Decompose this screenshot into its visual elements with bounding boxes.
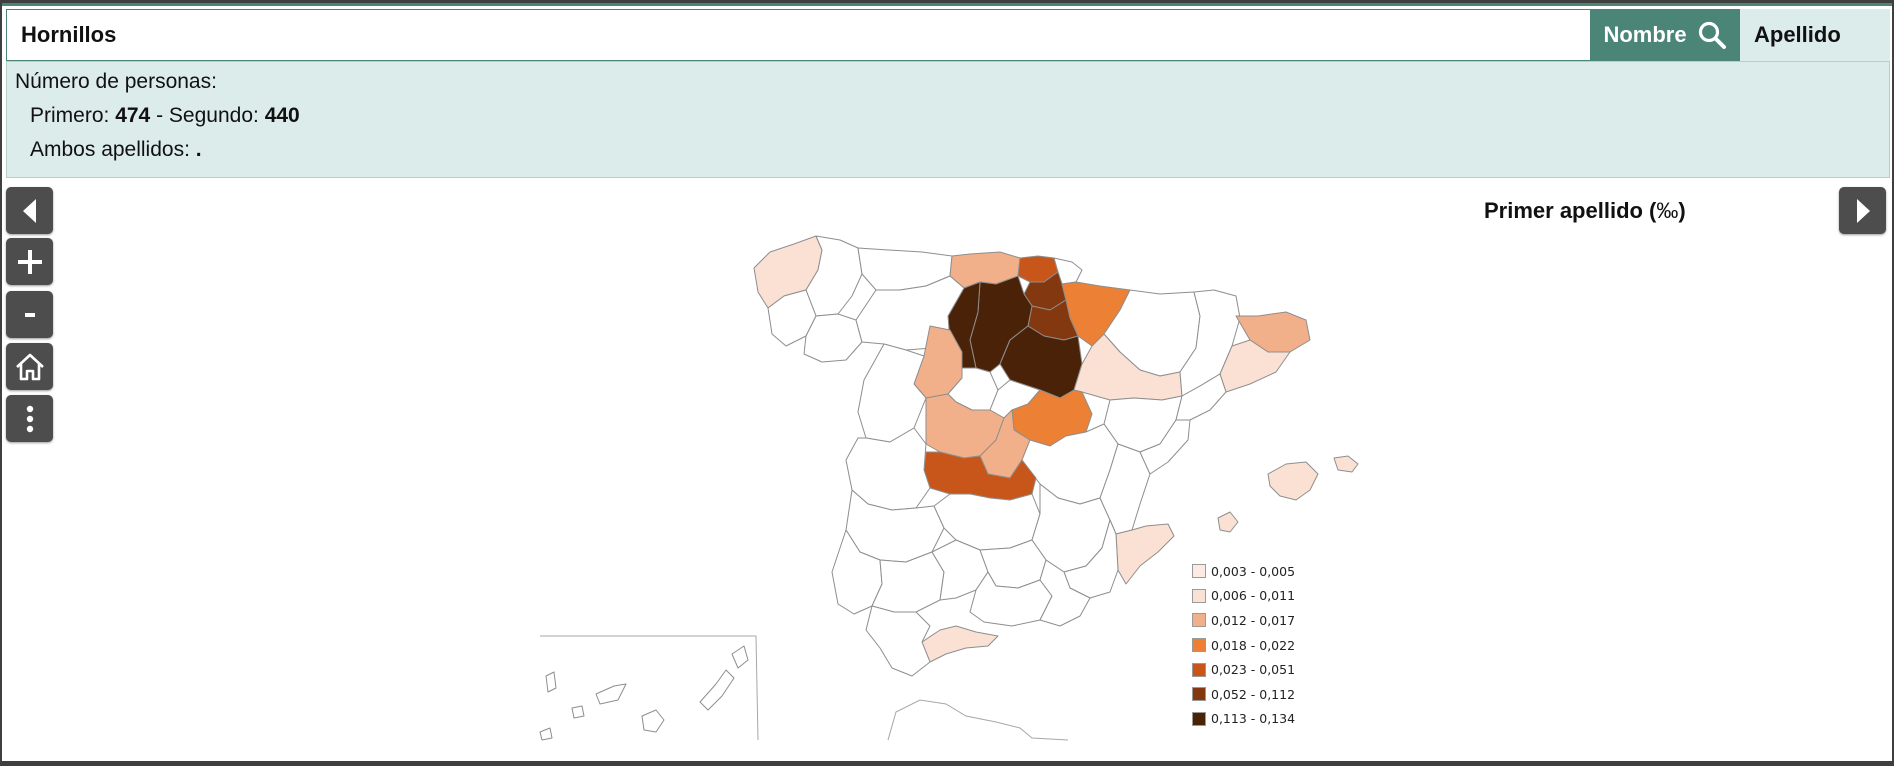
legend-label: 0,113 - 0,134 <box>1211 711 1296 727</box>
legend-swatch <box>1192 711 1206 726</box>
legend-swatch <box>1192 662 1206 677</box>
canary-la-palma[interactable] <box>545 671 557 693</box>
legend-item: 0,003 - 0,005 <box>1192 559 1295 584</box>
legend-item: 0,052 - 0,112 <box>1192 682 1295 707</box>
canary-la-gomera[interactable] <box>571 705 585 719</box>
legend-swatch <box>1192 638 1206 653</box>
province-salamanca[interactable] <box>857 343 927 443</box>
province-ibiza[interactable] <box>1217 511 1239 533</box>
legend-label: 0,052 - 0,112 <box>1211 686 1296 702</box>
province-ciudad-real[interactable] <box>933 493 1041 551</box>
province-alicante[interactable] <box>1115 523 1175 585</box>
legend-item: 0,006 - 0,011 <box>1192 584 1295 609</box>
province-cadiz[interactable] <box>865 605 931 677</box>
canary-tenerife[interactable] <box>595 683 627 705</box>
legend-swatch <box>1192 564 1206 579</box>
legend-item: 0,018 - 0,022 <box>1192 633 1295 658</box>
legend-swatch <box>1192 687 1206 702</box>
canary-el-hierro[interactable] <box>539 727 553 741</box>
legend-label: 0,018 - 0,022 <box>1211 637 1296 653</box>
province-menorca[interactable] <box>1333 455 1359 473</box>
canary-lanzarote[interactable] <box>731 645 749 669</box>
province-malaga[interactable] <box>921 625 999 663</box>
province-mallorca[interactable] <box>1267 461 1319 501</box>
legend-item: 0,113 - 0,134 <box>1192 707 1295 732</box>
legend-swatch <box>1192 588 1206 603</box>
legend-label: 0,006 - 0,011 <box>1211 588 1296 604</box>
canary-fuerteventura[interactable] <box>699 669 735 711</box>
legend-item: 0,023 - 0,051 <box>1192 657 1295 682</box>
province-sevilla[interactable] <box>871 551 945 613</box>
legend-label: 0,023 - 0,051 <box>1211 662 1296 678</box>
canary-gran-canaria[interactable] <box>641 709 665 733</box>
legend-label: 0,012 - 0,017 <box>1211 612 1296 628</box>
north-africa-inset <box>887 699 1069 741</box>
legend-swatch <box>1192 613 1206 628</box>
legend-label: 0,003 - 0,005 <box>1211 563 1296 579</box>
legend-item: 0,012 - 0,017 <box>1192 608 1295 633</box>
spain-map <box>539 235 1359 741</box>
map-legend: 0,003 - 0,005 0,006 - 0,011 0,012 - 0,01… <box>1192 559 1295 731</box>
